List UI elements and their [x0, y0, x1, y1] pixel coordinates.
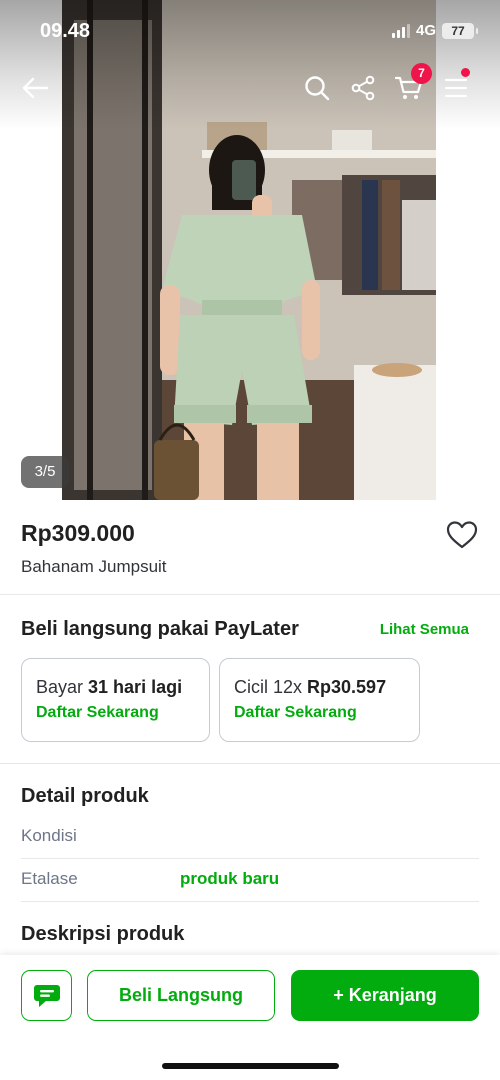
network-type: 4G	[415, 22, 436, 39]
detail-row-label: Kondisi	[21, 826, 77, 845]
heart-icon	[446, 521, 478, 549]
register-now-link[interactable]: Daftar Sekarang	[36, 704, 195, 722]
image-page-counter: 3/5	[21, 456, 69, 488]
battery-icon: 77	[442, 22, 478, 39]
description-title: Deskripsi produk	[21, 923, 185, 945]
hamburger-menu-icon	[444, 78, 468, 98]
status-time: 09.48	[40, 20, 91, 42]
product-price: Rp309.000	[21, 520, 135, 546]
chat-icon	[33, 984, 60, 1007]
arrow-left-icon	[22, 77, 49, 99]
detail-row-label: Etalase	[21, 869, 78, 888]
section-divider	[0, 763, 500, 764]
search-button[interactable]	[301, 72, 333, 104]
search-icon	[305, 76, 330, 101]
product-name: Bahanam Jumpsuit	[21, 557, 167, 576]
paylater-card-text: Cicil 12x Rp30.597	[234, 677, 387, 697]
cart-count-badge: 7	[411, 63, 432, 84]
add-to-cart-button[interactable]: + Keranjang	[291, 970, 479, 1021]
row-divider	[21, 858, 479, 859]
section-divider	[0, 594, 500, 595]
see-all-link[interactable]: Lihat Semua	[380, 621, 469, 638]
paylater-card-pay-later[interactable]: Bayar 31 hari lagi Daftar Sekarang	[21, 658, 210, 742]
status-bar: 09.48 4G 77	[0, 0, 500, 60]
share-icon	[351, 75, 375, 101]
signal-icon	[391, 23, 410, 38]
paylater-card-text: Bayar 31 hari lagi	[36, 677, 183, 697]
paylater-card-installment[interactable]: Cicil 12x Rp30.597 Daftar Sekarang	[219, 658, 420, 742]
buy-now-button[interactable]: Beli Langsung	[87, 970, 275, 1021]
status-indicators: 4G 77	[391, 22, 478, 39]
detail-title: Detail produk	[21, 785, 149, 807]
etalase-link[interactable]: produk baru	[180, 869, 279, 889]
wishlist-button[interactable]	[445, 519, 479, 551]
paylater-title: Beli langsung pakai PayLater	[21, 618, 299, 640]
home-indicator	[162, 1063, 339, 1069]
chat-button[interactable]	[21, 970, 72, 1021]
notification-dot	[461, 68, 470, 77]
row-divider	[21, 901, 479, 902]
share-button[interactable]	[347, 72, 379, 104]
menu-button[interactable]	[440, 72, 472, 104]
register-now-link[interactable]: Daftar Sekarang	[234, 704, 405, 722]
back-button[interactable]	[19, 72, 51, 104]
